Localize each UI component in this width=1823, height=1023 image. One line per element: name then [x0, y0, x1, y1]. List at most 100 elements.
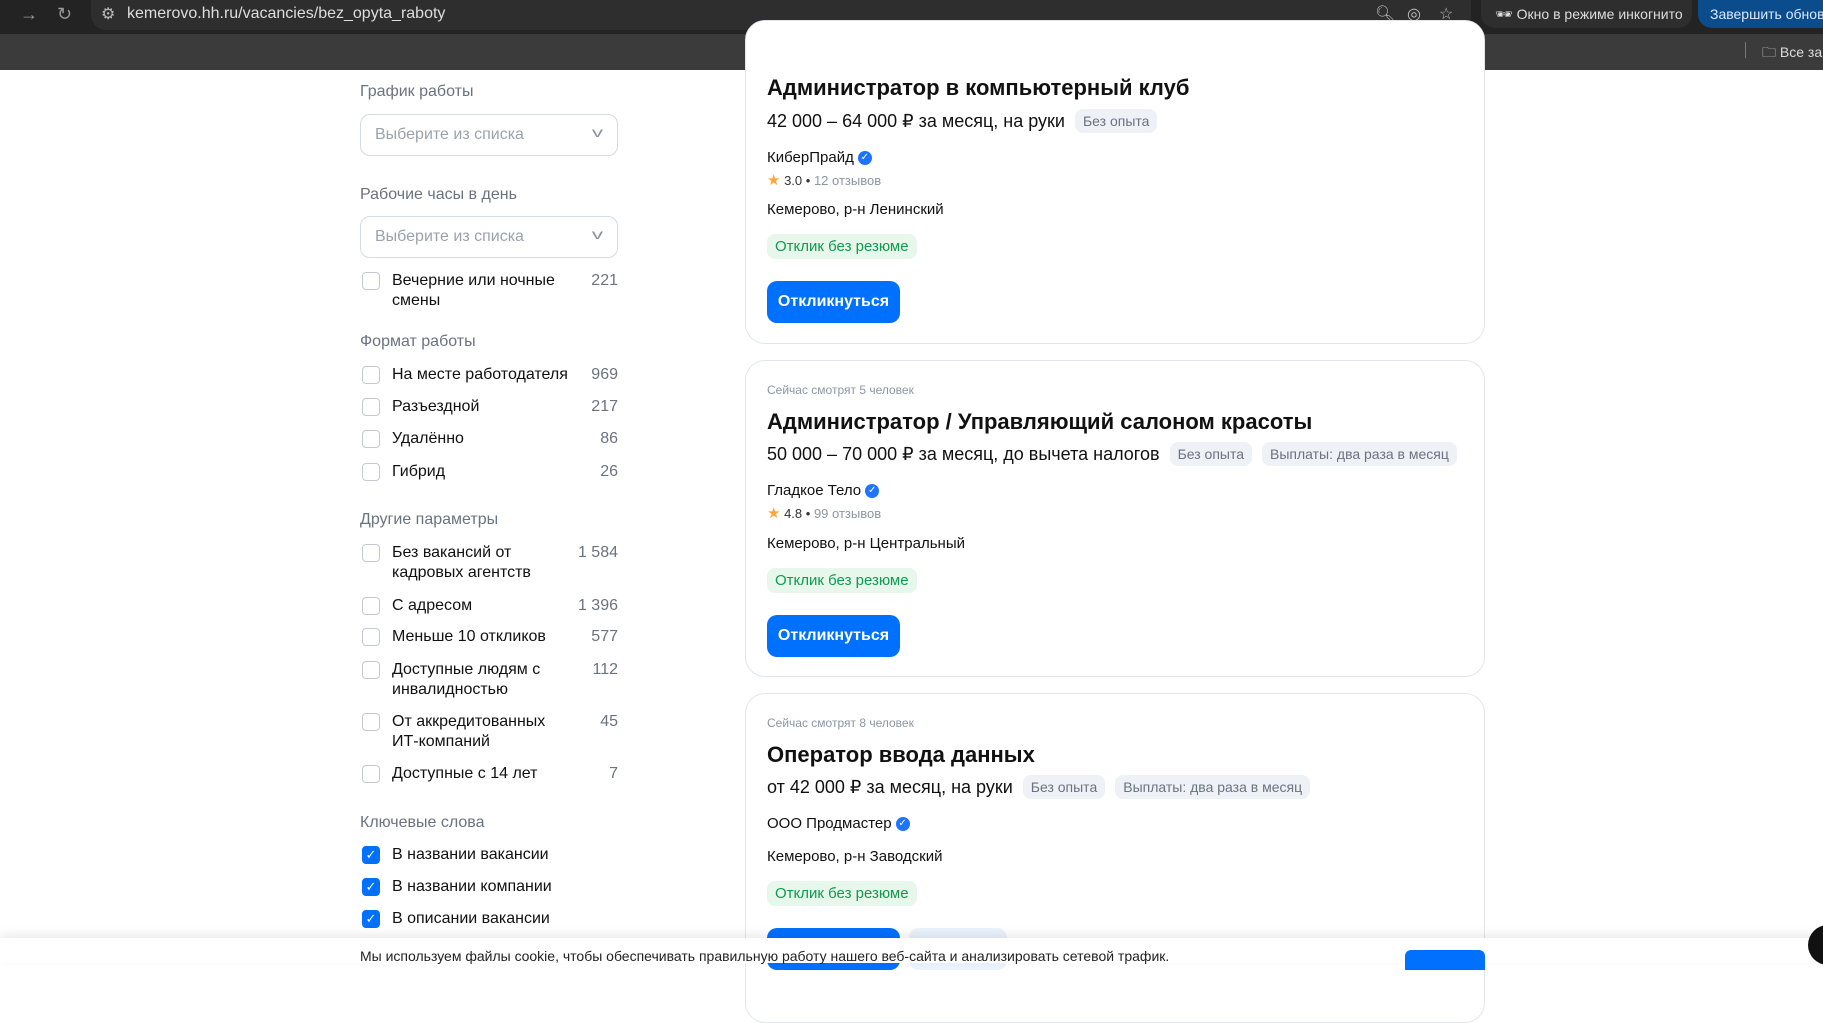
reload-icon[interactable]: ↻	[57, 4, 72, 25]
company-row: Гладкое Тело ✓	[767, 482, 880, 499]
option-count: 1 584	[577, 544, 618, 561]
salary: 42 000 – 64 000 ₽ за месяц, на руки	[767, 110, 1065, 131]
checkbox-format-onsite[interactable]: На месте работодателя 969	[360, 365, 618, 385]
option-label: На месте работодателя	[392, 366, 568, 383]
salary: от 42 000 ₽ за месяц, на руки	[767, 776, 1013, 797]
watching-count: Сейчас смотрят 8 человек	[767, 716, 914, 730]
checkbox-no-agencies[interactable]: Без вакансий от кадровых агентств 1 584	[360, 543, 618, 583]
checkbox[interactable]	[362, 544, 380, 562]
vacancy-title[interactable]: Администратор / Управляющий салоном крас…	[767, 409, 1312, 435]
cookie-accept-button[interactable]	[1405, 950, 1485, 970]
incognito-icon: 🕶︎	[1495, 6, 1517, 22]
reviews-link[interactable]: 12 отзывов	[814, 173, 881, 188]
filter-label-format: Формат работы	[360, 333, 476, 350]
company-name[interactable]: КиберПрайд	[767, 149, 854, 166]
vacancy-card: Сейчас смотрят 8 человек Оператор ввода …	[745, 693, 1485, 1023]
experience-chip: Без опыта	[1169, 442, 1253, 466]
reviews-link[interactable]: 99 отзывов	[814, 506, 881, 521]
respond-button[interactable]: Откликнуться	[767, 615, 900, 657]
filter-label-keywords: Ключевые слова	[360, 814, 485, 831]
checkbox-checked[interactable]: ✓	[362, 878, 380, 896]
respond-button[interactable]: Откликнуться	[767, 281, 900, 323]
option-label: Доступные с 14 лет	[392, 765, 538, 782]
company-name[interactable]: ООО Продмастер	[767, 815, 892, 832]
checkbox[interactable]	[362, 398, 380, 416]
option-count: 969	[591, 366, 618, 383]
checkbox-in-description[interactable]: ✓ В описании вакансии	[360, 909, 618, 929]
checkbox-in-title[interactable]: ✓ В названии вакансии	[360, 845, 618, 865]
location: Кемерово, р-н Центральный	[767, 535, 965, 552]
checkbox-accredited-it[interactable]: От аккредитованных ИТ-компаний 45	[360, 712, 618, 752]
rating: 3.0	[784, 173, 803, 188]
rating: 4.8	[784, 506, 803, 521]
option-label: В описании вакансии	[392, 910, 550, 927]
location: Кемерово, р-н Заводский	[767, 848, 943, 865]
finish-update-button[interactable]: Завершить обновл	[1698, 0, 1823, 28]
salary: 50 000 – 70 000 ₽ за месяц, до вычета на…	[767, 443, 1160, 464]
rating-row: ★ 4.8 • 99 отзывов	[767, 505, 882, 522]
vacancy-title[interactable]: Администратор в компьютерный клуб	[767, 75, 1189, 101]
checkbox[interactable]	[362, 366, 380, 384]
filter-label-other: Другие параметры	[360, 511, 499, 528]
option-label: Меньше 10 откликов	[392, 628, 546, 645]
checkbox[interactable]	[362, 272, 380, 290]
checkbox-evening-shifts[interactable]: Вечерние или ночные смены 221	[360, 271, 618, 311]
option-label: Без вакансий от кадровых агентств	[392, 544, 531, 581]
no-resume-tag: Отклик без резюме	[767, 568, 917, 593]
checkbox[interactable]	[362, 597, 380, 615]
chevron-down-icon: v	[591, 124, 604, 140]
checkbox[interactable]	[362, 430, 380, 448]
checkbox-with-address[interactable]: С адресом 1 396	[360, 596, 618, 616]
checkbox-in-company[interactable]: ✓ В названии компании	[360, 877, 618, 897]
checkbox[interactable]	[362, 463, 380, 481]
option-label: Доступные людям с инвалидностью	[392, 661, 541, 698]
checkbox-format-hybrid[interactable]: Гибрид 26	[360, 462, 618, 482]
forward-icon[interactable]: →	[20, 4, 38, 25]
select-placeholder: Выберите из списка	[375, 228, 524, 245]
salary-row: от 42 000 ₽ за месяц, на руки Без опыта Вы…	[767, 775, 1311, 799]
experience-chip: Без опыта	[1074, 109, 1158, 133]
select-placeholder: Выберите из списка	[375, 126, 524, 143]
vacancy-title[interactable]: Оператор ввода данных	[767, 742, 1035, 768]
payment-chip: Выплаты: два раза в месяц	[1262, 442, 1457, 466]
rating-row: ★ 3.0 • 12 отзывов	[767, 172, 882, 189]
option-label: Удалённо	[392, 430, 464, 447]
cookie-banner: Мы используем файлы cookie, чтобы обеспе…	[0, 938, 1823, 970]
cookie-text: Мы используем файлы cookie, чтобы обеспе…	[360, 948, 1170, 964]
star-icon: ★	[767, 172, 781, 189]
verified-icon: ✓	[895, 817, 910, 832]
hours-select[interactable]: Выберите из списка v	[360, 216, 618, 258]
option-count: 45	[600, 713, 618, 730]
schedule-select[interactable]: Выберите из списка v	[360, 114, 618, 156]
checkbox-from-14[interactable]: Доступные с 14 лет 7	[360, 764, 618, 784]
checkbox[interactable]	[362, 765, 380, 783]
company-name[interactable]: Гладкое Тело	[767, 482, 861, 499]
vacancy-card: Администратор в компьютерный клуб 42 000…	[745, 20, 1485, 344]
option-label: Гибрид	[392, 463, 446, 480]
checkbox-format-traveling[interactable]: Разъездной 217	[360, 397, 618, 417]
option-label: В названии компании	[392, 878, 552, 895]
incognito-label: Окно в режиме инкогнито	[1516, 6, 1683, 22]
divider	[1745, 42, 1746, 58]
checkbox-format-remote[interactable]: Удалённо 86	[360, 429, 618, 449]
option-count: 221	[591, 272, 618, 289]
checkbox[interactable]	[362, 713, 380, 731]
checkbox[interactable]	[362, 661, 380, 679]
incognito-badge[interactable]: 🕶︎ Окно в режиме инкогнито	[1481, 0, 1692, 28]
option-label: Разъездной	[392, 398, 480, 415]
verified-icon: ✓	[865, 484, 880, 499]
option-count: 86	[600, 430, 618, 447]
checkbox-checked[interactable]: ✓	[362, 846, 380, 864]
option-count: 26	[600, 463, 618, 480]
checkbox-few-responses[interactable]: Меньше 10 откликов 577	[360, 627, 618, 647]
all-bookmarks-button[interactable]: 🗀 Все за	[1762, 42, 1822, 66]
checkbox[interactable]	[362, 628, 380, 646]
company-row: ООО Продмастер ✓	[767, 815, 910, 832]
checkbox-accessible[interactable]: Доступные людям с инвалидностью 112	[360, 660, 618, 700]
site-settings-icon[interactable]: ⚙	[101, 4, 115, 24]
option-count: 217	[591, 398, 618, 415]
filter-label-schedule: График работы	[360, 83, 474, 100]
url-text[interactable]: kemerovo.hh.ru/vacancies/bez_opyta_rabot…	[127, 5, 445, 23]
filter-label-hours: Рабочие часы в день	[360, 186, 517, 203]
checkbox-checked[interactable]: ✓	[362, 910, 380, 928]
